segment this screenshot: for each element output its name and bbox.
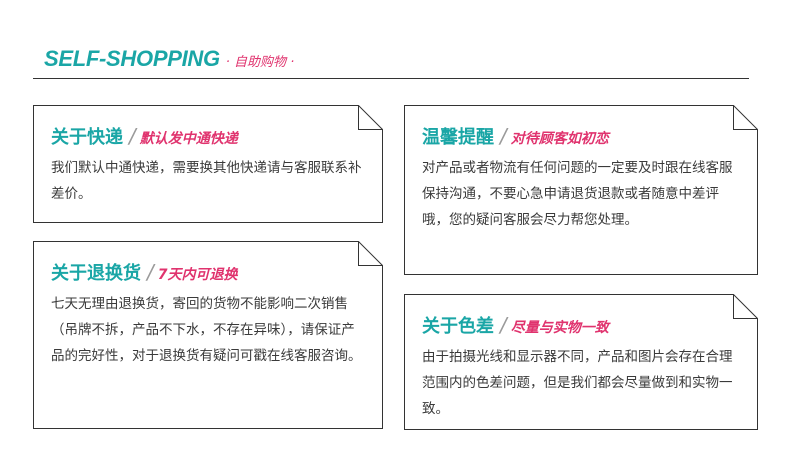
card-body: 对产品或者物流有任何问题的一定要及时跟在线客服保持沟通，不要心急申请退货退款或者… [422, 160, 733, 228]
card-body: 由于拍摄光线和显示器不同，产品和图片会存在合理范围内的色差问题，但是我们都会尽量… [422, 349, 733, 417]
card-body: 我们默认中通快递，需要换其他快递请与客服联系补差价。 [51, 160, 362, 202]
card-subtitle: 对待顾客如初恋 [510, 131, 609, 147]
title-slash-divider: / [500, 124, 507, 148]
card-title-row: 关于退换货 / 7天内可退换 [51, 259, 367, 285]
title-slash-divider: / [147, 260, 154, 284]
card-title-row: 温馨提醒 / 对待顾客如初恋 [422, 123, 742, 149]
card-returns: 关于退换货 / 7天内可退换 七天无理由退换货，寄回的货物不能影响二次销售（吊牌… [33, 241, 383, 429]
card-title: 温馨提醒 [422, 127, 494, 148]
title-slash-divider: / [129, 124, 136, 148]
card-delivery: 关于快递 / 默认发中通快递 我们默认中通快递，需要换其他快递请与客服联系补差价… [33, 105, 383, 223]
card-subtitle: 默认发中通快递 [139, 131, 238, 147]
card-title-row: 关于色差 / 尽量与实物一致 [422, 312, 742, 338]
section-header: SELF-SHOPPING · 自助购物 · [44, 46, 294, 74]
card-title: 关于快递 [51, 127, 123, 148]
card-subtitle: 7天内可退换 [157, 267, 238, 283]
card-body: 七天无理由退换货，寄回的货物不能影响二次销售（吊牌不拆，产品不下水，不存在异味）… [51, 296, 362, 364]
card-reminder: 温馨提醒 / 对待顾客如初恋 对产品或者物流有任何问题的一定要及时跟在线客服保持… [404, 105, 758, 275]
header-divider [33, 78, 749, 79]
card-subtitle: 尽量与实物一致 [510, 320, 609, 336]
card-title-row: 关于快递 / 默认发中通快递 [51, 123, 367, 149]
brand-subtitle: · 自助购物 · [225, 55, 295, 70]
brand-title: SELF-SHOPPING [44, 46, 220, 71]
title-slash-divider: / [500, 313, 507, 337]
card-title: 关于退换货 [51, 263, 141, 284]
card-color-difference: 关于色差 / 尽量与实物一致 由于拍摄光线和显示器不同，产品和图片会存在合理范围… [404, 294, 758, 430]
card-title: 关于色差 [422, 316, 494, 337]
